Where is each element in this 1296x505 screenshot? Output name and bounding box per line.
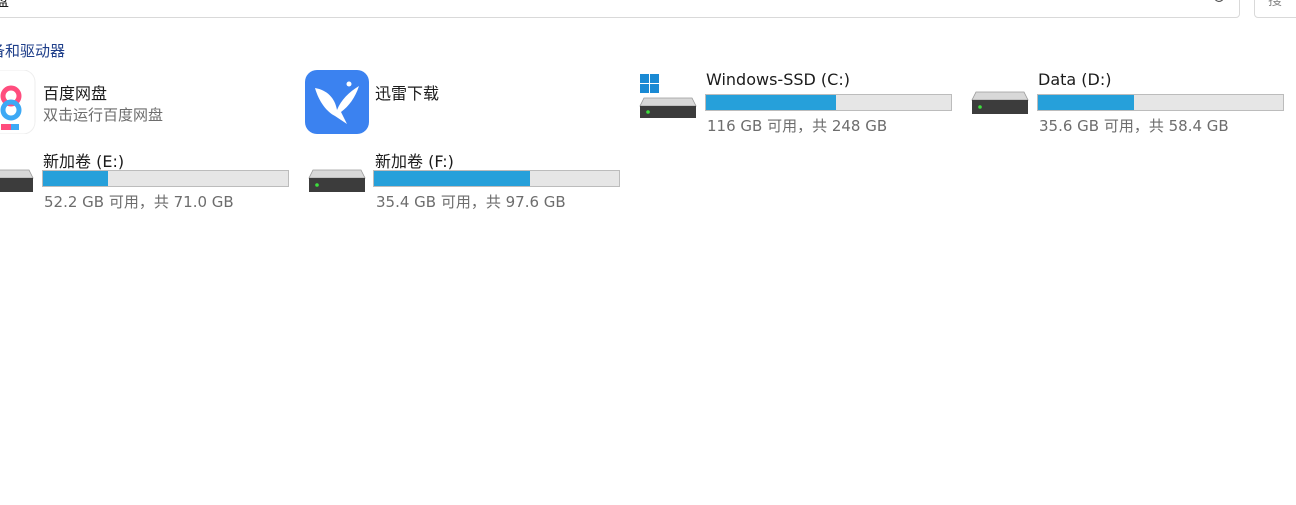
app-name: 百度网盘 bbox=[43, 84, 108, 103]
app-subtitle: 双击运行百度网盘 bbox=[43, 106, 164, 124]
hard-drive-icon bbox=[0, 169, 34, 192]
drive-tile-e[interactable]: 新加卷 (E:) 52.2 GB 可用，共 71.0 GB bbox=[0, 146, 295, 216]
address-path-text: 盘 bbox=[0, 0, 10, 10]
drive-tile-f[interactable]: 新加卷 (F:) 35.4 GB 可用，共 97.6 GB bbox=[307, 146, 627, 216]
search-placeholder: 搜 bbox=[1268, 0, 1282, 9]
drive-tile-c[interactable]: Windows-SSD (C:) 116 GB 可用，共 248 GB bbox=[638, 68, 958, 138]
drive-usage-bar-fill bbox=[374, 171, 531, 186]
drive-usage-text: 35.4 GB 可用，共 97.6 GB bbox=[376, 193, 566, 211]
baidu-netdisk-icon bbox=[0, 70, 36, 134]
drive-name: Windows-SSD (C:) bbox=[706, 70, 850, 89]
drive-name: 新加卷 (F:) bbox=[375, 152, 454, 171]
drive-usage-bar bbox=[42, 170, 289, 187]
hard-drive-icon bbox=[971, 91, 1029, 114]
windows-drive-icon bbox=[639, 74, 697, 118]
section-devices-and-drives-title: 备和驱动器 bbox=[0, 42, 66, 60]
drive-usage-text: 35.6 GB 可用，共 58.4 GB bbox=[1039, 117, 1229, 135]
drive-usage-text: 52.2 GB 可用，共 71.0 GB bbox=[44, 193, 234, 211]
refresh-icon[interactable] bbox=[1212, 0, 1226, 4]
drive-usage-text: 116 GB 可用，共 248 GB bbox=[707, 117, 888, 135]
drive-usage-bar bbox=[1037, 94, 1284, 111]
app-name: 迅雷下载 bbox=[375, 84, 440, 103]
drive-name: Data (D:) bbox=[1038, 70, 1112, 89]
hard-drive-icon bbox=[308, 169, 366, 192]
drive-usage-bar-fill bbox=[706, 95, 837, 110]
drive-usage-bar bbox=[373, 170, 620, 187]
drive-name: 新加卷 (E:) bbox=[43, 152, 125, 171]
drive-tile-d[interactable]: Data (D:) 35.6 GB 可用，共 58.4 GB bbox=[970, 68, 1290, 138]
drive-usage-bar-fill bbox=[1038, 95, 1134, 110]
app-tile-baidu-netdisk[interactable]: 百度网盘 双击运行百度网盘 bbox=[0, 70, 270, 136]
drive-usage-bar-fill bbox=[43, 171, 108, 186]
app-tile-xunlei[interactable]: 迅雷下载 bbox=[305, 70, 605, 136]
drive-usage-bar bbox=[705, 94, 952, 111]
file-explorer-this-pc: 盘 搜 备和驱动器 百度网盘 双击运行百度网盘 迅雷下载 bbox=[0, 0, 1296, 505]
xunlei-bird-icon bbox=[305, 70, 369, 134]
address-bar[interactable] bbox=[0, 0, 1240, 18]
